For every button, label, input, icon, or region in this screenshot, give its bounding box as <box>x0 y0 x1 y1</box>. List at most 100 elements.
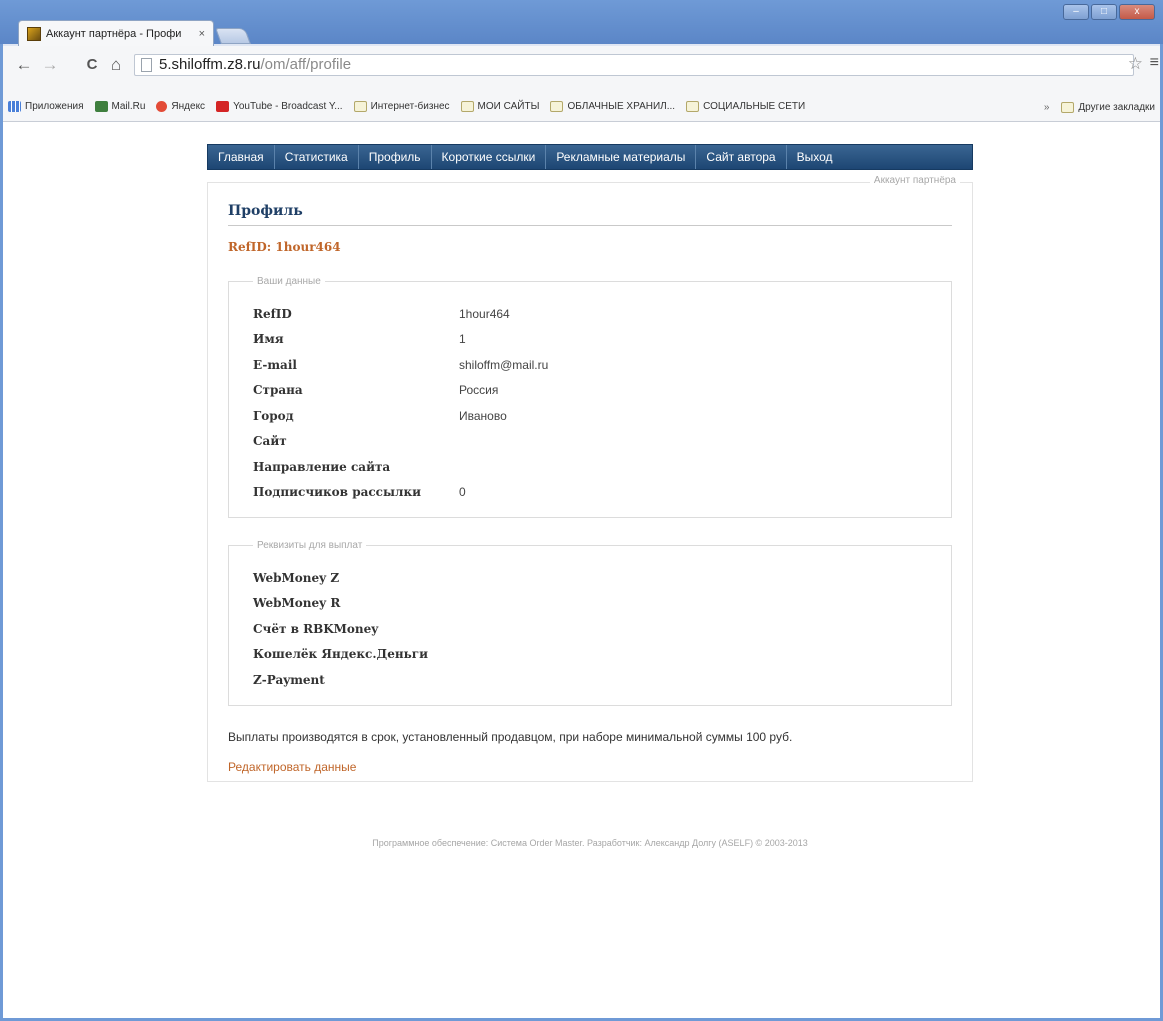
field-label: Направление сайта <box>253 459 391 474</box>
forward-arrow-icon[interactable]: → <box>40 55 60 75</box>
tab-title: Аккаунт партнёра - Профи <box>46 27 182 40</box>
payment-row: Z-Payment <box>253 667 927 693</box>
payment-row: Кошелёк Яндекс.Деньги <box>253 642 927 668</box>
field-label: Город <box>253 408 294 423</box>
edit-data-link[interactable]: Редактировать данные <box>228 760 952 774</box>
bookmark-label: YouTube - Broadcast Y... <box>233 101 343 112</box>
bookmark-folder-my-sites[interactable]: МОИ САЙТЫ <box>460 101 540 112</box>
bookmark-label: Другие закладки <box>1078 101 1155 113</box>
field-label: WebMoney Z <box>253 570 340 585</box>
bookmark-yandex[interactable]: Яндекс <box>156 101 205 112</box>
page-content: Главная Статистика Профиль Короткие ссыл… <box>0 122 1163 1021</box>
bookmark-youtube[interactable]: YouTube - Broadcast Y... <box>216 101 343 112</box>
field-label: Подписчиков рассылки <box>253 485 422 500</box>
bookmark-label: Приложения <box>25 101 84 112</box>
bookmark-label: Mail.Ru <box>111 101 146 112</box>
url-path: /om/aff/profile <box>260 56 352 73</box>
data-row: Направление сайта <box>253 454 927 480</box>
bookmark-label: Яндекс <box>171 101 206 112</box>
bookmark-folder-social[interactable]: СОЦИАЛЬНЫЕ СЕТИ <box>686 101 805 112</box>
tab-close-icon[interactable]: × <box>199 28 205 40</box>
menu-item-statistics[interactable]: Статистика <box>275 145 359 169</box>
folder-icon <box>460 101 474 112</box>
payment-row: Счёт в RBKMoney <box>253 616 927 642</box>
bookmark-mailru[interactable]: Mail.Ru <box>94 101 146 112</box>
payout-notice: Выплаты производятся в срок, установленн… <box>228 729 793 744</box>
bookmark-star-icon[interactable]: ☆ <box>1128 54 1143 74</box>
browser-chrome: – □ x Аккаунт партнёра - Профи × ← → C ⌂… <box>0 0 1163 122</box>
field-value: Иваново <box>459 408 507 423</box>
browser-tab[interactable]: Аккаунт партнёра - Профи × <box>18 20 214 46</box>
bookmark-label: Интернет-бизнес <box>370 101 450 112</box>
data-row: Имя 1 <box>253 327 927 353</box>
browser-toolbar: ← → C ⌂ 5.shiloffm.z8.ru/om/aff/profile … <box>0 46 1163 92</box>
back-arrow-icon[interactable]: ← <box>14 55 34 75</box>
window-frame-left <box>0 44 3 1021</box>
field-label: Кошелёк Яндекс.Деньги <box>253 647 429 662</box>
close-window-button[interactable]: x <box>1119 4 1155 20</box>
bookmarks-bar: Приложения Mail.Ru Яндекс YouTube - Broa… <box>0 92 1163 122</box>
minimize-button[interactable]: – <box>1063 4 1089 20</box>
menu-item-logout[interactable]: Выход <box>787 145 843 169</box>
maximize-button[interactable]: □ <box>1091 4 1117 20</box>
folder-icon <box>686 101 700 112</box>
field-label: RefID <box>253 306 292 321</box>
menu-item-home[interactable]: Главная <box>208 145 275 169</box>
reload-icon[interactable]: C <box>82 55 102 75</box>
account-legend: Аккаунт партнёра <box>869 175 960 186</box>
payment-row: WebMoney R <box>253 591 927 617</box>
folder-icon <box>1061 101 1075 113</box>
mail-icon <box>94 101 108 112</box>
menu-item-author-site[interactable]: Сайт автора <box>696 145 787 169</box>
field-label: Сайт <box>253 434 287 449</box>
data-row: Подписчиков рассылки 0 <box>253 480 927 506</box>
bookmark-folder-cloud[interactable]: ОБЛАЧНЫЕ ХРАНИЛ... <box>550 101 675 112</box>
address-bar[interactable]: 5.shiloffm.z8.ru/om/aff/profile <box>134 54 1134 76</box>
field-value: 0 <box>459 485 466 500</box>
menu-item-ad-materials[interactable]: Рекламные материалы <box>546 145 697 169</box>
account-panel: Аккаунт партнёра Профиль RefID: 1hour464… <box>207 175 973 782</box>
main-menu: Главная Статистика Профиль Короткие ссыл… <box>207 144 973 170</box>
refid-heading: RefID: 1hour464 <box>228 240 341 254</box>
site-container: Главная Статистика Профиль Короткие ссыл… <box>207 144 973 848</box>
url-host: 5.shiloffm.z8.ru <box>159 56 261 73</box>
bookmarks-overflow: » Другие закладки <box>1044 92 1155 122</box>
payment-row: WebMoney Z <box>253 565 927 591</box>
new-tab-button[interactable] <box>215 28 251 44</box>
bookmark-apps[interactable]: Приложения <box>8 101 84 112</box>
yandex-icon <box>156 101 168 112</box>
more-bookmarks-chevron-icon[interactable]: » <box>1044 102 1050 113</box>
data-row: Сайт <box>253 429 927 455</box>
data-row: Город Иваново <box>253 403 927 429</box>
personal-data-legend: Ваши данные <box>257 276 321 287</box>
data-row: RefID 1hour464 <box>253 301 927 327</box>
folder-icon <box>353 101 367 112</box>
field-value: 1hour464 <box>459 306 510 321</box>
youtube-icon <box>216 101 230 112</box>
payment-details-group: Реквизиты для выплат WebMoney Z WebMoney… <box>228 540 952 706</box>
field-label: Страна <box>253 383 303 398</box>
menu-item-short-links[interactable]: Короткие ссылки <box>432 145 547 169</box>
apps-icon <box>8 101 21 112</box>
site-favicon-icon <box>27 26 41 41</box>
field-label: Счёт в RBKMoney <box>253 621 379 636</box>
home-icon[interactable]: ⌂ <box>106 55 126 75</box>
page-icon <box>141 58 152 72</box>
bookmark-folder-business[interactable]: Интернет-бизнес <box>353 101 450 112</box>
footer-credits: Программное обеспечение: Система Order M… <box>372 838 808 848</box>
folder-icon <box>550 101 564 112</box>
payment-details-legend: Реквизиты для выплат <box>257 540 363 551</box>
other-bookmarks[interactable]: Другие закладки <box>1061 101 1155 113</box>
page-title: Профиль <box>228 203 952 226</box>
field-label: Имя <box>253 332 284 347</box>
field-label: E-mail <box>253 357 297 372</box>
field-label: Z-Payment <box>253 672 325 687</box>
data-row: Страна Россия <box>253 378 927 404</box>
bookmark-label: МОИ САЙТЫ <box>477 101 540 112</box>
field-label: WebMoney R <box>253 596 341 611</box>
browser-menu-icon[interactable]: ≡ <box>1150 54 1159 72</box>
personal-data-group: Ваши данные RefID 1hour464 Имя 1 E-mail … <box>228 276 952 518</box>
menu-item-profile[interactable]: Профиль <box>359 145 432 169</box>
field-value: 1 <box>459 332 466 347</box>
bookmark-label: ОБЛАЧНЫЕ ХРАНИЛ... <box>567 101 676 112</box>
